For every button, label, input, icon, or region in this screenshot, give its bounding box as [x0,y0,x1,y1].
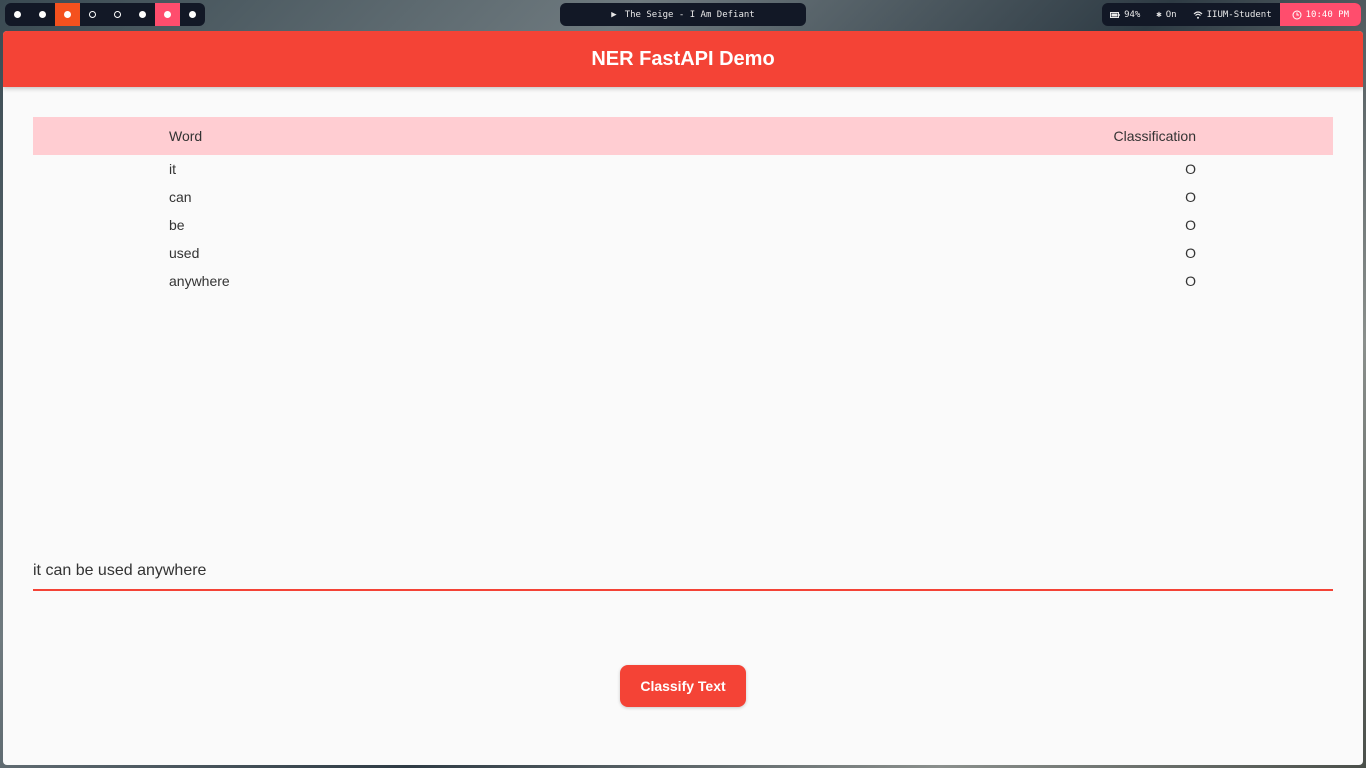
workspace-1[interactable] [5,3,30,26]
table-row: used O [33,239,1333,267]
workspace-dot-icon [164,11,171,18]
table-row: it O [33,155,1333,183]
table-row: can O [33,183,1333,211]
column-header-word: Word [169,128,203,144]
bluetooth-indicator[interactable]: ✱ On [1148,3,1184,26]
workspace-dot-icon [139,11,146,18]
workspace-dot-icon [39,11,46,18]
workspace-dot-icon [14,11,21,18]
workspace-3[interactable] [55,3,80,26]
battery-indicator[interactable]: 94% [1102,3,1148,26]
workspace-dot-icon [189,11,196,18]
cell-word: can [169,189,192,205]
workspace-switcher [5,3,205,26]
workspace-dot-icon [64,11,71,18]
wifi-icon [1193,10,1203,19]
wifi-indicator[interactable]: IIUM-Student [1185,3,1280,26]
cell-classification: O [1185,273,1196,289]
workspace-2[interactable] [30,3,55,26]
table-body: it Ocan Obe Oused Oanywhere O [33,155,1333,295]
cell-classification: O [1185,161,1196,177]
wifi-network-name: IIUM-Student [1206,9,1272,20]
workspace-7[interactable] [155,3,180,26]
workspace-4[interactable] [80,3,105,26]
battery-level: 94% [1124,9,1141,20]
workspace-8[interactable] [180,3,205,26]
system-tray: 94% ✱ On IIUM-Student 10:40 PM [1102,3,1361,26]
bluetooth-status: On [1165,9,1177,20]
table-row: be O [33,211,1333,239]
bluetooth-icon: ✱ [1156,9,1162,20]
clock-widget[interactable]: 10:40 PM [1279,3,1361,26]
cell-word: anywhere [169,273,230,289]
clock-icon [1292,10,1302,19]
table-row: anywhere O [33,267,1333,295]
battery-icon [1110,11,1120,18]
text-input[interactable] [33,553,1333,591]
cell-classification: O [1185,245,1196,261]
app-bar: NER FastAPI Demo [3,31,1363,87]
now-playing-track: The Seige - I Am Defiant [624,9,755,20]
cell-word: be [169,217,185,233]
play-icon[interactable]: ▶ [611,10,616,20]
cell-word: used [169,245,200,261]
workspace-dot-icon [89,11,96,18]
workspace-5[interactable] [105,3,130,26]
app-window: NER FastAPI Demo Word Classification it O… [3,31,1363,765]
status-bar: ▶ The Seige - I Am Defiant 94% ✱ On IIUM… [0,0,1366,28]
media-player-widget[interactable]: ▶ The Seige - I Am Defiant [560,3,806,26]
cell-classification: O [1185,217,1196,233]
clock-time: 10:40 PM [1305,9,1349,20]
column-header-classification: Classification [1113,128,1196,144]
cell-classification: O [1185,189,1196,205]
classification-table: Word Classification it Ocan Obe Oused Oanywh… [33,117,1333,295]
text-input-container [33,553,1333,593]
table-header-row: Word Classification [33,117,1333,155]
cell-word: it [169,161,176,177]
page-title: NER FastAPI Demo [591,47,775,70]
workspace-dot-icon [114,11,121,18]
workspace-6[interactable] [130,3,155,26]
classify-text-button[interactable]: Classify Text [620,665,746,707]
